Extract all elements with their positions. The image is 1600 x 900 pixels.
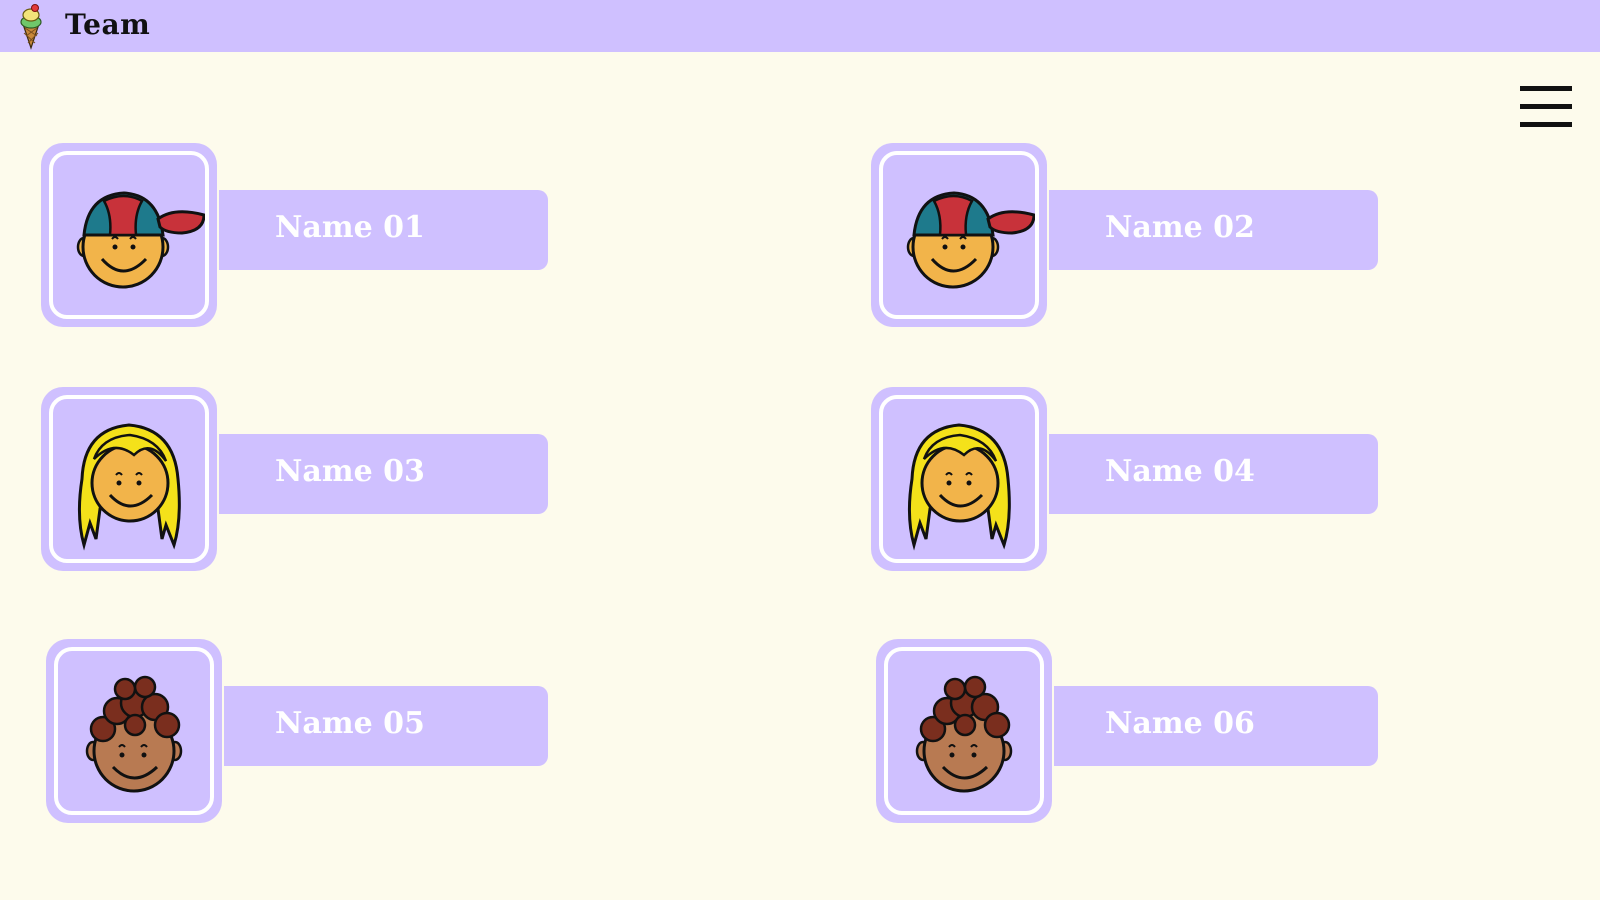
avatar-frame [41, 387, 217, 571]
avatar-frame [871, 387, 1047, 571]
member-name: Name 02 [1105, 210, 1255, 245]
avatar-frame [41, 143, 217, 327]
member-name-bar[interactable]: Name 04 [1049, 434, 1378, 514]
blonde-girl-avatar-icon [907, 423, 1011, 551]
member-name: Name 06 [1105, 706, 1255, 741]
curly-hair-avatar-icon [915, 675, 1013, 793]
member-name-bar[interactable]: Name 01 [219, 190, 548, 270]
avatar-frame [876, 639, 1052, 823]
ice-cream-cone-icon[interactable] [16, 2, 46, 50]
member-name-bar[interactable]: Name 06 [1054, 686, 1378, 766]
top-bar: Team [0, 0, 1600, 52]
avatar-frame [46, 639, 222, 823]
member-name: Name 04 [1105, 454, 1255, 489]
hamburger-menu-icon[interactable] [1520, 86, 1574, 130]
member-name: Name 01 [275, 210, 425, 245]
member-name-bar[interactable]: Name 02 [1049, 190, 1378, 270]
blonde-girl-avatar-icon [77, 423, 181, 551]
boy-cap-avatar-icon [906, 191, 1035, 289]
member-name-bar[interactable]: Name 05 [224, 686, 548, 766]
avatar-frame [871, 143, 1047, 327]
curly-hair-avatar-icon [85, 675, 183, 793]
boy-cap-avatar-icon [76, 191, 205, 289]
member-name-bar[interactable]: Name 03 [219, 434, 548, 514]
member-name: Name 03 [275, 454, 425, 489]
member-name: Name 05 [275, 706, 425, 741]
page-title: Team [65, 8, 151, 41]
